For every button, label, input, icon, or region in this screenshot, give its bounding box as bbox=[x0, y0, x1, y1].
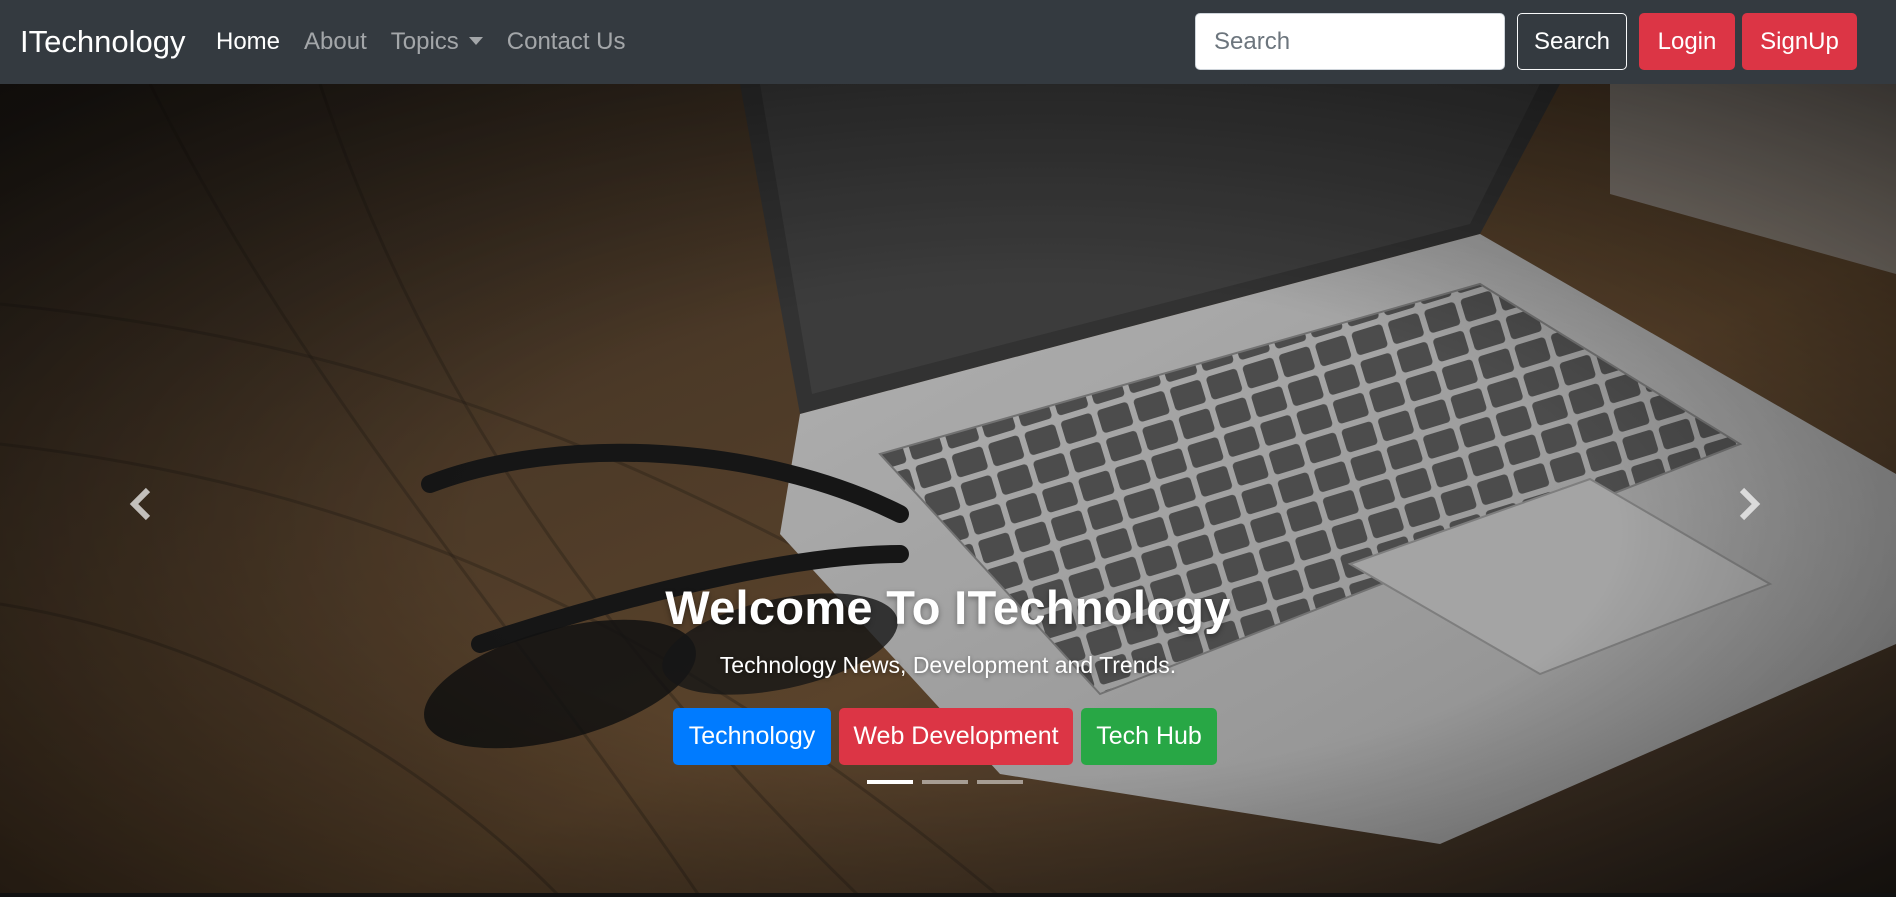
brand-logo[interactable]: ITechnology bbox=[20, 20, 185, 64]
web-development-button[interactable]: Web Development bbox=[839, 708, 1073, 765]
login-button[interactable]: Login bbox=[1639, 13, 1735, 70]
carousel-indicator-2[interactable] bbox=[922, 780, 968, 784]
caret-down-icon bbox=[468, 36, 483, 45]
nav-links: Home About Topics Contact Us bbox=[216, 22, 650, 62]
nav-link-contact[interactable]: Contact Us bbox=[507, 22, 626, 62]
carousel-indicators bbox=[867, 780, 1023, 784]
page-bottom-border bbox=[0, 893, 1896, 897]
chevron-left-icon bbox=[129, 487, 151, 521]
search-button[interactable]: Search bbox=[1517, 13, 1627, 70]
hero-title: Welcome To ITechnology bbox=[665, 581, 1231, 634]
nav-link-topics-label: Topics bbox=[390, 28, 459, 55]
nav-link-about[interactable]: About bbox=[304, 22, 367, 62]
technology-button[interactable]: Technology bbox=[673, 708, 831, 765]
carousel-indicator-3[interactable] bbox=[977, 780, 1023, 784]
hero-category-buttons: Technology Web Development Tech Hub bbox=[673, 708, 1217, 765]
hero-subtitle: Technology News, Development and Trends. bbox=[719, 652, 1177, 678]
carousel-prev-button[interactable] bbox=[110, 474, 170, 534]
carousel-next-button[interactable] bbox=[1720, 474, 1780, 534]
nav-link-home[interactable]: Home bbox=[216, 22, 280, 62]
search-input[interactable] bbox=[1195, 13, 1505, 70]
top-navbar: ITechnology Home About Topics Contact Us… bbox=[0, 0, 1896, 84]
signup-button[interactable]: SignUp bbox=[1742, 13, 1857, 70]
chevron-right-icon bbox=[1739, 487, 1761, 521]
carousel-indicator-1[interactable] bbox=[867, 780, 913, 784]
hero-carousel bbox=[0, 84, 1896, 897]
tech-hub-button[interactable]: Tech Hub bbox=[1081, 708, 1217, 765]
nav-dropdown-topics[interactable]: Topics bbox=[391, 22, 483, 62]
hero-overlay bbox=[0, 84, 1896, 897]
